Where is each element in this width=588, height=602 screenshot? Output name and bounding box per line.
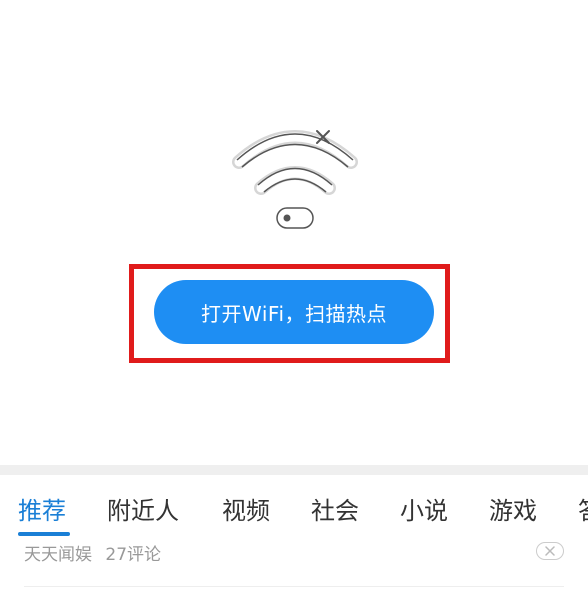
news-source: 天天闻娱	[24, 545, 92, 565]
tab-novel[interactable]: 小说	[400, 491, 448, 526]
tab-society[interactable]: 社会	[311, 491, 359, 526]
section-divider	[0, 465, 588, 475]
news-comment-count[interactable]: 27评论	[105, 545, 161, 565]
news-tab-bar: 推荐 附近人 视频 社会 小说 游戏 答	[0, 475, 588, 537]
tab-recommend[interactable]: 推荐	[18, 491, 66, 526]
dismiss-news-button[interactable]	[536, 542, 564, 560]
close-icon	[545, 546, 555, 556]
open-wifi-scan-button[interactable]: 打开WiFi，扫描热点	[154, 280, 434, 344]
active-tab-indicator	[18, 532, 70, 536]
news-item-meta: 天天闻娱 27评论	[24, 540, 161, 565]
tab-video[interactable]: 视频	[222, 491, 270, 526]
tab-games[interactable]: 游戏	[489, 491, 537, 526]
tab-answers[interactable]: 答	[578, 491, 588, 526]
news-item-divider	[24, 586, 564, 587]
wifi-scan-screen: 打开WiFi，扫描热点 推荐 附近人 视频 社会 小说 游戏 答 天天闻娱 27…	[0, 0, 588, 602]
tab-nearby-people[interactable]: 附近人	[107, 491, 179, 526]
wifi-off-icon	[225, 120, 365, 235]
